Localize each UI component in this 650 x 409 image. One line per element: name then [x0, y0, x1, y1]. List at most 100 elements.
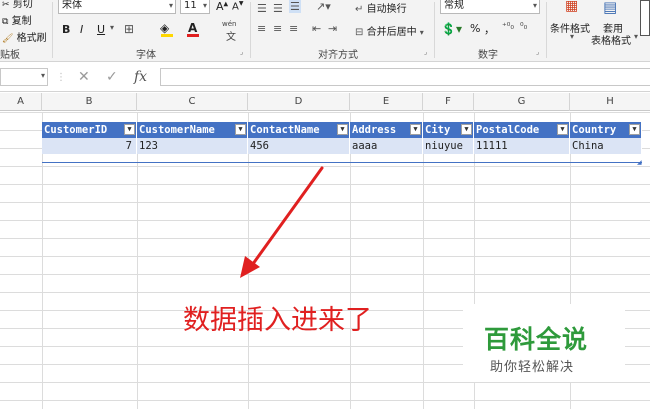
column-header-e[interactable]: E [350, 93, 423, 111]
chevron-down-icon: ▾ [419, 28, 424, 37]
column-header-a[interactable]: A [0, 93, 42, 111]
chevron-down-icon: ▾ [532, 1, 537, 10]
align-middle-icon[interactable]: ☰ [273, 2, 283, 15]
dialog-launcher-icon[interactable]: ⌟ [424, 48, 427, 56]
filter-dropdown-icon[interactable]: ▼ [124, 124, 135, 135]
table-header-cell[interactable]: CustomerName ▼ [137, 122, 248, 138]
filter-dropdown-icon[interactable]: ▼ [337, 124, 348, 135]
column-headers: A B C D E F G H [0, 93, 650, 111]
column-header-c[interactable]: C [137, 93, 248, 111]
chevron-down-icon: ▾ [634, 32, 639, 41]
table-cell[interactable]: 11111 [474, 138, 570, 154]
column-header-b[interactable]: B [42, 93, 137, 111]
table-cell[interactable]: aaaa [350, 138, 423, 154]
cut-button[interactable]: ✂ 剪切 [2, 0, 33, 10]
filter-dropdown-icon[interactable]: ▼ [557, 124, 568, 135]
format-as-table-line2[interactable]: 表格格式 [591, 32, 631, 47]
font-size-select[interactable]: 11 ▾ [180, 0, 210, 14]
decrease-decimal-icon[interactable]: ⁰₀ [520, 22, 527, 32]
table-cell[interactable]: 123 [137, 138, 248, 154]
copy-button[interactable]: ⧉ 复制 [2, 12, 32, 27]
insert-function-icon[interactable]: fx [134, 69, 147, 85]
wrap-text-icon: ↵ [355, 4, 364, 15]
dialog-launcher-icon[interactable]: ⌟ [536, 48, 539, 56]
merge-cells-icon: ⊟ [355, 27, 364, 38]
clipboard-group-label: 贴板 [0, 50, 20, 61]
font-name-select[interactable]: 宋体 ▾ [58, 0, 176, 14]
conditional-format-icon[interactable]: ▦ [565, 0, 578, 14]
decrease-font-icon[interactable]: A▼ [232, 0, 243, 12]
name-box[interactable]: ▾ [0, 68, 48, 86]
phonetic-button[interactable]: wén [222, 20, 236, 28]
filter-dropdown-icon[interactable]: ▼ [235, 124, 246, 135]
ribbon-separator [52, 2, 53, 58]
watermark-title: 百科全说 [484, 325, 589, 354]
border-icon[interactable]: ⊞ [124, 22, 134, 36]
format-painter-button[interactable]: 🖌 格式刷 [2, 29, 47, 44]
more-icon: ⋮ [56, 72, 66, 83]
currency-icon[interactable]: 💲▾ [441, 22, 462, 36]
number-format-select[interactable]: 常规 ▾ [440, 0, 540, 14]
table-header-cell[interactable]: PostalCode ▼ [474, 122, 570, 138]
table-cell[interactable]: 456 [248, 138, 350, 154]
column-header-f[interactable]: F [423, 93, 474, 111]
align-top-icon[interactable]: ☰ [257, 2, 267, 15]
percent-button[interactable]: % [470, 22, 480, 35]
chevron-down-icon: ▾ [40, 71, 45, 80]
table-header-cell[interactable]: ContactName ▼ [248, 122, 350, 138]
chevron-down-icon[interactable]: ▾ [110, 23, 114, 32]
table-header-cell[interactable]: Country ▼ [570, 122, 642, 138]
table-cell[interactable]: China [570, 138, 642, 154]
table-bottom-border [42, 154, 642, 163]
font-color-swatch [187, 34, 199, 37]
wrap-text-button[interactable]: ↵ 自动换行 [355, 0, 407, 15]
table-cell[interactable]: 7 [42, 138, 137, 154]
table-format-icon[interactable]: ▤ [603, 0, 617, 16]
increase-decimal-icon[interactable]: ⁺⁰₀ [502, 22, 514, 32]
column-header-d[interactable]: D [248, 93, 350, 111]
underline-button[interactable]: U [97, 23, 105, 36]
filter-dropdown-icon[interactable]: ▼ [410, 124, 421, 135]
increase-indent-icon[interactable]: ⇥ [328, 22, 337, 35]
filter-dropdown-icon[interactable]: ▼ [629, 124, 640, 135]
copy-icon: ⧉ [2, 17, 9, 27]
decrease-indent-icon[interactable]: ⇤ [312, 22, 321, 35]
watermark-subtitle: 助你轻松解决 [490, 360, 575, 375]
number-group-label: 数字 [478, 50, 498, 61]
orientation-icon[interactable]: ↗▾ [316, 0, 331, 13]
filter-dropdown-icon[interactable]: ▼ [461, 124, 472, 135]
chevron-down-icon: ▾ [168, 1, 173, 10]
fill-color-icon[interactable]: ◈ [160, 21, 169, 35]
ribbon-separator [250, 2, 251, 58]
paintbrush-icon: 🖌 [2, 34, 14, 44]
table-cell[interactable]: niuyue [423, 138, 474, 154]
bold-button[interactable]: B [62, 23, 70, 36]
comma-button[interactable]: ， [484, 21, 495, 37]
table-header-cell[interactable]: Address ▼ [350, 122, 423, 138]
formula-bar: ▾ ⋮ ✕ ✓ fx [0, 62, 650, 92]
annotation-text: 数据插入进来了 [183, 305, 372, 336]
dialog-launcher-icon[interactable]: ⌟ [240, 48, 243, 56]
chevron-down-icon: ▾ [202, 1, 207, 10]
enter-icon[interactable]: ✓ [106, 69, 118, 85]
align-center-icon[interactable]: ≡ [273, 22, 282, 35]
font-color-button[interactable]: A [188, 21, 197, 35]
table-resize-handle[interactable]: ◢ [637, 159, 642, 166]
scissors-icon: ✂ [2, 0, 10, 10]
font-group-label: 字体 [136, 50, 156, 61]
formula-input[interactable] [160, 68, 650, 86]
table-header-cell[interactable]: City ▼ [423, 122, 474, 138]
ribbon: ✂ 剪切 ⧉ 复制 🖌 格式刷 贴板 宋体 ▾ 11 ▾ A▲ A▼ B I U… [0, 0, 650, 62]
italic-button[interactable]: I [80, 23, 83, 36]
align-right-icon[interactable]: ≡ [289, 22, 298, 35]
table-header-cell[interactable]: CustomerID ▼ [42, 122, 137, 138]
cancel-icon[interactable]: ✕ [78, 69, 90, 85]
align-left-icon[interactable]: ≡ [257, 22, 266, 35]
cell-styles-icon[interactable] [640, 0, 650, 36]
increase-font-icon[interactable]: A▲ [216, 0, 228, 13]
merge-center-button[interactable]: ⊟ 合并后居中 ▾ [355, 23, 424, 38]
column-header-g[interactable]: G [474, 93, 570, 111]
column-header-h[interactable]: H [570, 93, 650, 111]
fill-color-swatch [161, 34, 173, 37]
align-bottom-icon[interactable]: ☰ [289, 0, 301, 13]
